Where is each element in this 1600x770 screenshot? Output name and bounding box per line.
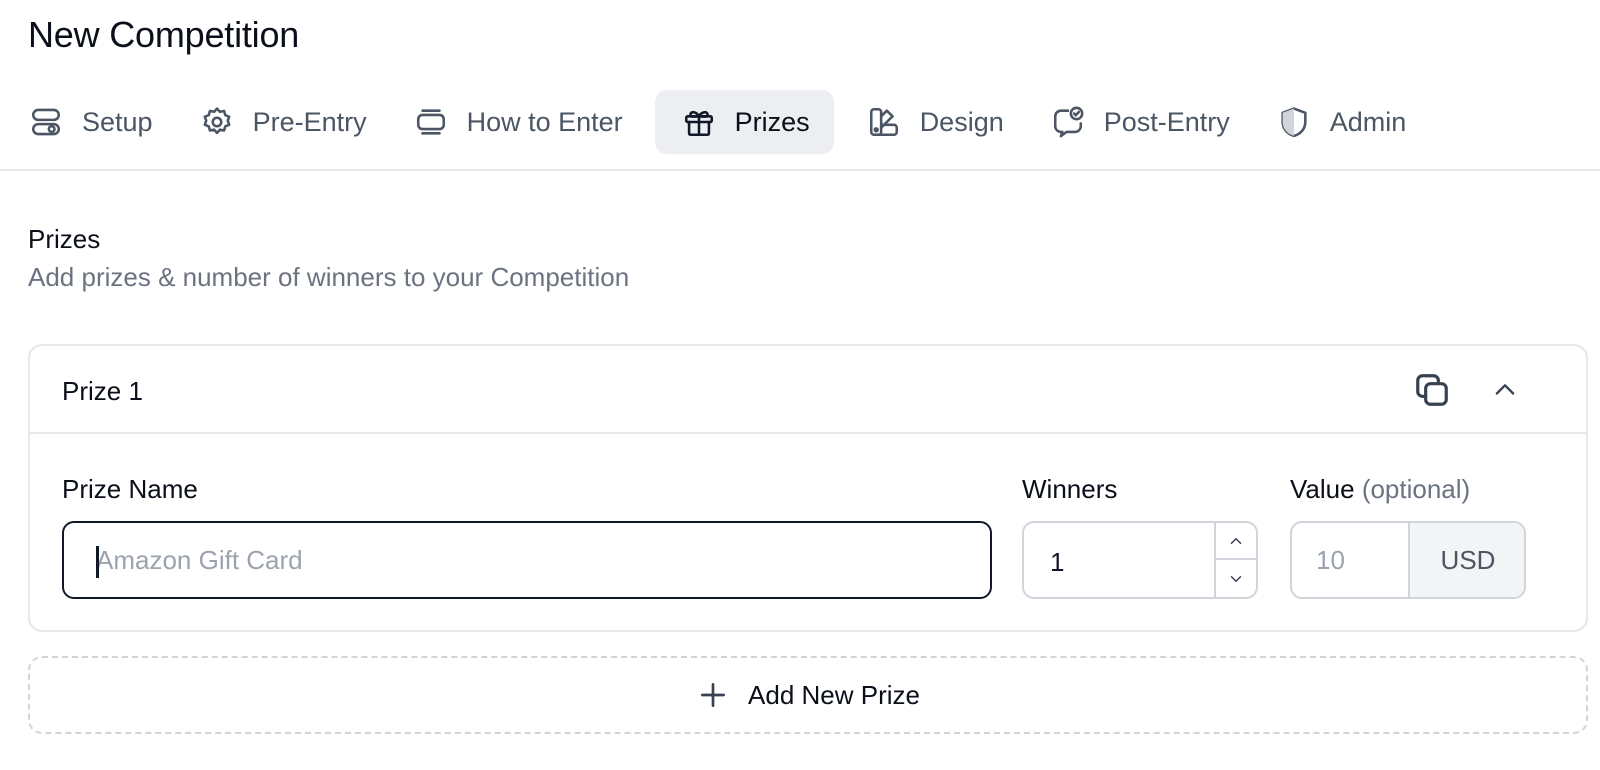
tab-design[interactable]: Design (852, 90, 1018, 154)
tab-prizes[interactable]: Prizes (654, 90, 834, 154)
gear-icon (199, 104, 235, 140)
stack-icon (413, 104, 449, 140)
prize-name-input[interactable] (64, 523, 990, 597)
tab-admin[interactable]: Admin (1262, 90, 1421, 154)
increment-button[interactable] (1216, 523, 1256, 560)
optional-hint: (optional) (1361, 474, 1471, 504)
tabs-divider (0, 169, 1600, 171)
section-title: Prizes (28, 224, 101, 254)
prize-name-field[interactable] (62, 521, 992, 599)
tab-setup[interactable]: Setup (14, 90, 167, 154)
value-input[interactable] (1292, 523, 1408, 597)
tab-how-to-enter[interactable]: How to Enter (399, 90, 637, 154)
winners-stepper (1214, 523, 1256, 597)
value-field[interactable]: USD (1290, 521, 1526, 599)
tab-label: Admin (1329, 106, 1407, 137)
plus-icon (696, 678, 730, 712)
duplicate-prize-button[interactable] (1412, 370, 1452, 410)
tab-bar: Setup Pre-Entry How to Enter Prizes Desi… (14, 90, 1438, 154)
shield-icon (1276, 104, 1312, 140)
section-subtitle: Add prizes & number of winners to your C… (28, 262, 630, 292)
prize-card: Prize 1 Prize Name Winners Value (option… (28, 344, 1588, 632)
tab-label: Design (919, 106, 1004, 137)
value-label-text: Value (1290, 474, 1355, 504)
add-new-prize-button[interactable]: Add New Prize (28, 656, 1588, 734)
prize-card-header[interactable]: Prize 1 (30, 346, 1586, 434)
chevron-up-icon (1230, 537, 1242, 544)
prize-name-label: Prize Name (62, 474, 198, 504)
setup-icon (28, 104, 64, 140)
tab-post-entry[interactable]: Post-Entry (1036, 90, 1244, 154)
add-new-prize-label: Add New Prize (748, 679, 920, 710)
tab-label: How to Enter (466, 106, 623, 137)
winners-input[interactable]: 1 (1050, 547, 1064, 578)
message-check-icon (1050, 104, 1086, 140)
tab-label: Setup (82, 106, 153, 137)
winners-field[interactable]: 1 (1022, 521, 1258, 599)
chevron-up-icon (1495, 384, 1515, 395)
text-cursor (96, 546, 99, 578)
gift-icon (681, 104, 717, 140)
collapse-prize-button[interactable] (1485, 370, 1525, 410)
prize-card-title: Prize 1 (62, 376, 143, 406)
chevron-down-icon (1230, 575, 1242, 582)
decrement-button[interactable] (1216, 560, 1256, 597)
tab-pre-entry[interactable]: Pre-Entry (185, 90, 381, 154)
tab-label: Prizes (734, 106, 810, 137)
currency-addon: USD (1408, 523, 1524, 597)
copy-icon (1416, 374, 1448, 406)
tab-label: Pre-Entry (252, 106, 367, 137)
palette-icon (866, 104, 902, 140)
value-label: Value (optional) (1290, 474, 1470, 505)
page-title: New Competition (28, 14, 300, 55)
winners-label: Winners (1022, 474, 1118, 504)
tab-label: Post-Entry (1103, 106, 1230, 137)
